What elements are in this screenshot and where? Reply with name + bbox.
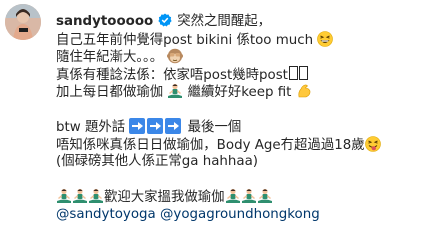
person-in-lotus-position-emoji [241,188,256,203]
caption-line-9: (個碌磅其他人係正常ga hahhaa) [56,153,441,171]
caption-text-line: 加上每日都做瑜伽 [56,85,164,100]
person-in-lotus-position-emoji [225,188,240,203]
caption-text-line: 繼續好好keep fit [187,85,292,100]
caption-line-1: sandytooooo 突然之間醒起， [56,13,441,31]
profile-avatar[interactable] [5,4,41,40]
see-no-evil-monkey-emoji [167,48,184,64]
mention-link-sandytoyoga[interactable]: @sandytoyoga [56,207,156,222]
caption-text-line: 自己五年前仲覺得post bikini 係too much [56,32,314,48]
person-in-lotus-position-emoji [168,83,183,98]
caption-text-line: 最後一個 [187,120,242,135]
username-link[interactable]: sandytooooo [56,14,153,29]
caption-line-5: 加上每日都做瑜伽 繼續好好keep fit [56,83,441,101]
caption-line-7: btw 題外話 最後一個 [56,118,441,136]
post-caption: sandytooooo 突然之間醒起， 自己五年前仲覺得post bikini 係… [56,13,441,223]
avatar-photo [5,4,41,40]
caption-text-line: 真係有種諗法係：依家唔post幾時post [56,67,288,83]
right-arrow-emoji [165,118,182,134]
caption-text-line: 唔知係咪真係日日做瑜伽，Body Age冇超過過18歲 [56,137,365,153]
flexed-biceps-emoji [298,84,311,98]
caption-line-2: 自己五年前仲覺得post bikini 係too much [56,30,441,49]
caption-line-8: 唔知係咪真係日日做瑜伽，Body Age冇超過過18歲 [56,135,441,154]
mention-link-yogagroundhongkong[interactable]: @yogagroundhongkong [160,207,320,222]
caption-line-11: 歡迎大家搵我做瑜伽 [56,188,441,206]
person-in-lotus-position-emoji [73,188,87,203]
caption-text-line: 突然之間醒起， [177,14,271,29]
grinning-squinting-face-emoji [317,30,334,47]
person-in-lotus-position-emoji [57,188,71,203]
squinting-face-with-tongue-emoji [364,135,381,152]
right-arrow-emoji [147,118,164,134]
caption-mentions-line: @sandytoyoga @yogagroundhongkong [56,206,441,224]
verified-badge-icon [158,13,172,27]
caption-line-4: 真係有種諗法係：依家唔post幾時post [56,65,441,84]
caption-text-line: 隨住年紀漸大。。。 [56,50,164,65]
caption-text-line: btw 題外話 [56,120,126,135]
missing-glyph-box [298,65,308,80]
missing-glyph-box [288,65,298,80]
person-in-lotus-position-emoji [257,188,272,203]
caption-text-line: 歡迎大家搵我做瑜伽 [104,190,225,205]
caption-text-line: (個碌磅其他人係正常ga hahhaa) [56,154,259,169]
caption-line-3: 隨住年紀漸大。。。 [56,48,441,66]
person-in-lotus-position-emoji [89,188,103,203]
right-arrow-emoji [129,118,146,134]
